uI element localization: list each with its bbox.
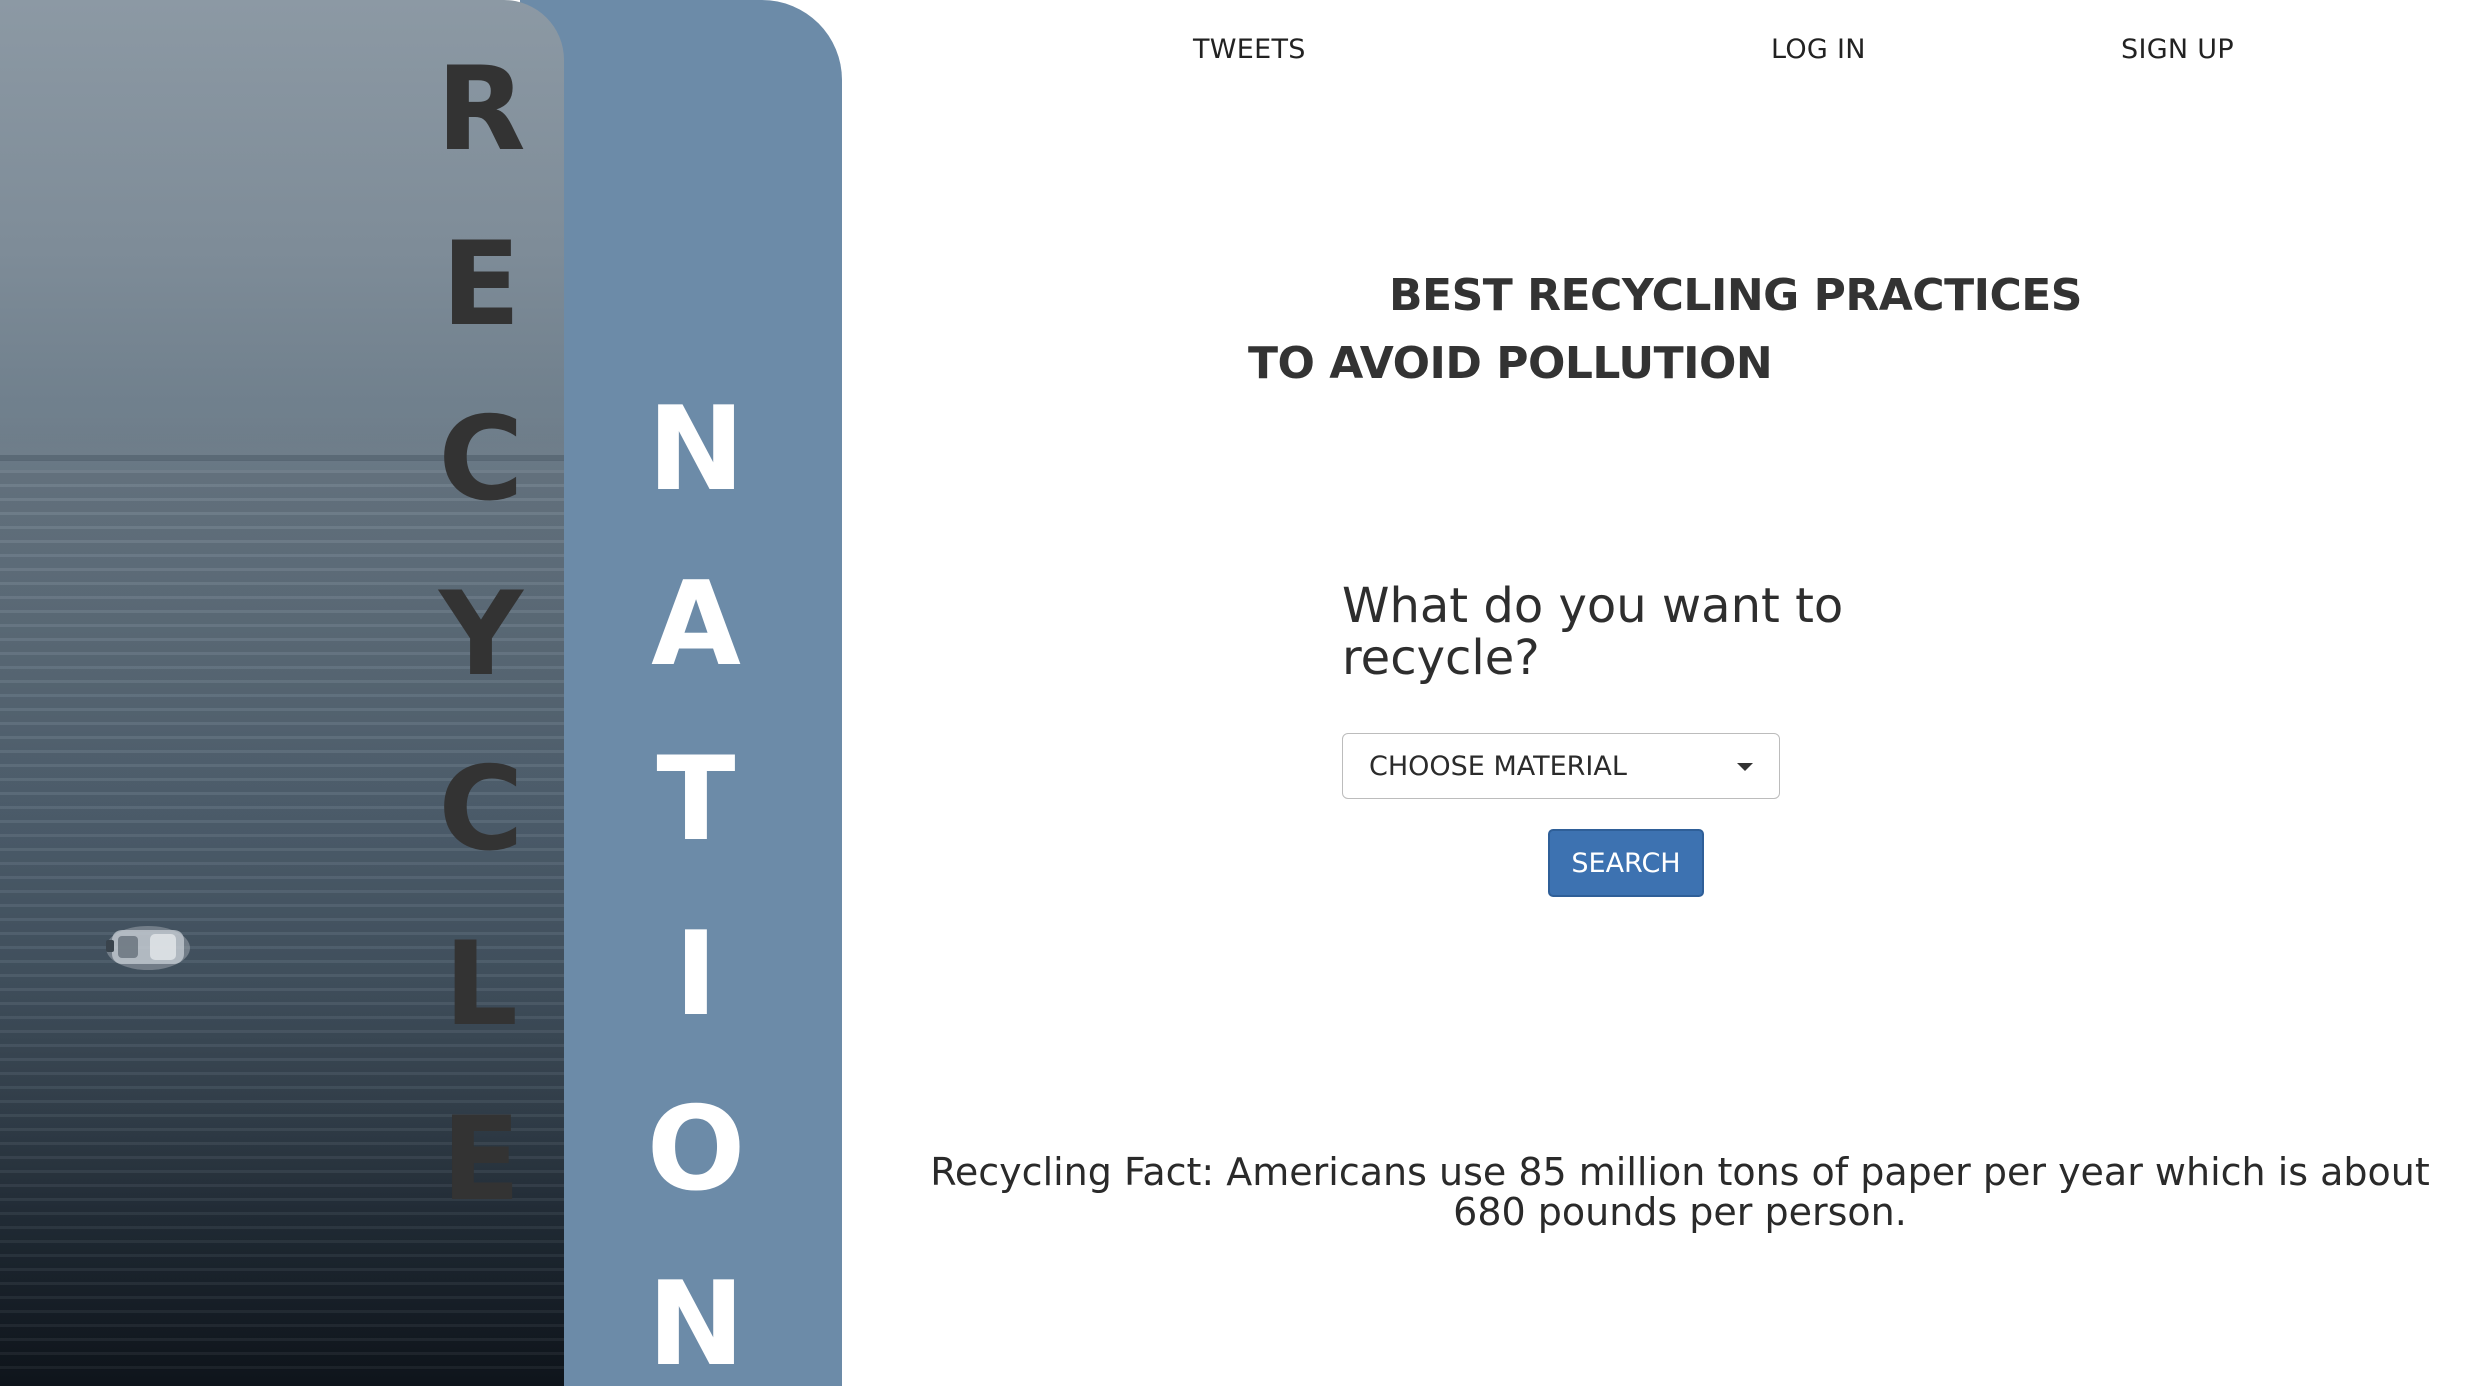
nav-tweets-link[interactable]: TWEETS (1193, 34, 1306, 65)
brand-recycle-letter: E (441, 217, 521, 352)
brand-recycle-letter: E (441, 1092, 521, 1227)
page-title-line-2: TO AVOID POLLUTION (1248, 338, 1773, 389)
brand-nation-letter: I (674, 907, 718, 1042)
brand-nation-letter: O (646, 1082, 746, 1217)
page-title-line-1: BEST RECYCLING PRACTICES (1389, 270, 2083, 321)
recycling-fact: Recycling Fact: Americans use 85 million… (930, 1150, 2430, 1234)
brand-nation-letter: T (656, 732, 736, 867)
brand-recycle-letter: C (438, 392, 524, 527)
brand-recycle-letter: R (436, 42, 526, 177)
brand-word-recycle: RECYCLE (421, 0, 541, 1386)
brand-recycle-letter: C (438, 742, 524, 877)
floating-bottle-image (106, 926, 190, 970)
material-select-value: CHOOSE MATERIAL (1369, 750, 1627, 782)
search-button[interactable]: SEARCH (1548, 829, 1704, 897)
nav-login-link[interactable]: LOG IN (1771, 34, 1866, 65)
page: RECYCLE NATION TWEETS LOG IN SIGN UP BES… (0, 0, 2490, 1386)
brand-nation-letter: A (651, 557, 741, 692)
nav-signup-link[interactable]: SIGN UP (2121, 34, 2234, 65)
brand-word-nation: NATION (636, 0, 756, 1386)
brand-nation-letter: N (647, 382, 745, 517)
material-select[interactable]: CHOOSE MATERIAL (1342, 733, 1780, 799)
brand-recycle-letter: L (444, 917, 518, 1052)
recycle-question: What do you want to recycle? (1342, 578, 1844, 686)
brand-nation-letter: N (647, 1257, 745, 1386)
brand-recycle-letter: Y (439, 567, 523, 702)
caret-down-icon (1737, 763, 1753, 771)
